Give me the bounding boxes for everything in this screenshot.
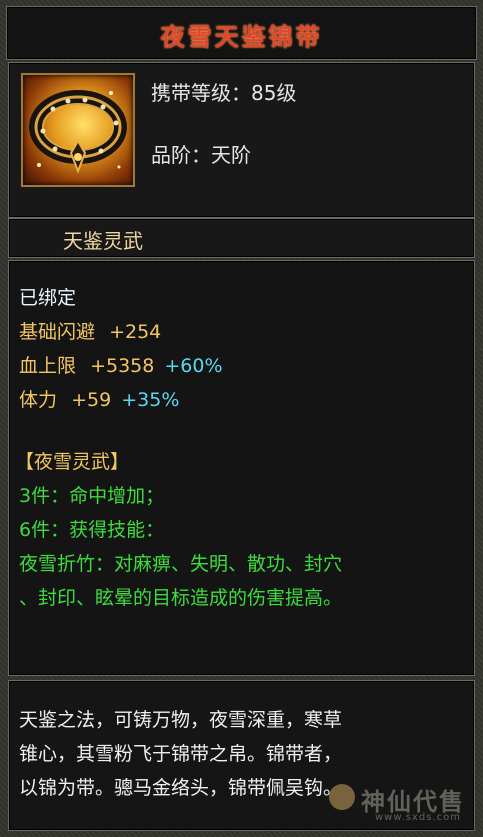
set-effect-3: 3件：命中增加； (19, 485, 165, 507)
description-line: 锥心，其雪粉飞于锦带之帛。锦带者， (19, 743, 343, 765)
set-skill-line-1: 夜雪折竹：对麻痹、失明、散功、封穴 (19, 553, 343, 575)
attributes-panel: 已绑定 基础闪避 +254 血上限 +5358 +60% 体力 +59 +35%… (8, 260, 475, 676)
stat-bonus: +60% (164, 355, 223, 377)
set-name: 天鉴灵武 (63, 229, 143, 253)
title-bar: 夜雪天鉴锦带 (6, 6, 477, 60)
item-grade: 品阶：天阶 (151, 143, 251, 167)
stat-line-hp: 血上限 +5358 +60% (19, 351, 223, 378)
stat-label: 基础闪避 (19, 321, 96, 343)
set-title: 【夜雪灵武】 (15, 451, 130, 473)
stat-value: +59 (71, 389, 112, 411)
stat-line-dodge: 基础闪避 +254 (19, 317, 161, 344)
set-effect-6: 6件：获得技能： (19, 519, 165, 541)
set-skill-line-2: 、封印、眩晕的目标造成的伤害提高。 (19, 587, 343, 609)
site-watermark: 神仙代售 www.sxds.com (325, 778, 475, 828)
stat-bonus: +35% (121, 389, 180, 411)
stat-value: +254 (109, 321, 162, 343)
item-name: 夜雪天鉴锦带 (160, 22, 323, 51)
stat-line-stamina: 体力 +59 +35% (19, 385, 179, 412)
bound-status: 已绑定 (19, 287, 77, 309)
item-info-panel: 携带等级：85级 品阶：天阶 (8, 62, 475, 218)
description-line: 天鉴之法，可铸万物，夜雪深重，寒草 (19, 709, 343, 731)
description-line: 以锦为带。骢马金络头，锦带佩吴钩。 (19, 777, 343, 799)
carry-level: 携带等级：85级 (151, 81, 297, 105)
stat-label: 血上限 (19, 355, 77, 377)
stat-value: +5358 (90, 355, 155, 377)
belt-icon (21, 73, 135, 187)
set-name-row: 天鉴灵武 (8, 218, 475, 258)
item-tooltip: 夜雪天鉴锦带 携带等级：85级 品阶：天阶 天鉴灵武 已绑定 基础闪避 +254… (0, 0, 483, 837)
watermark-url: www.sxds.com (375, 812, 462, 823)
watermark-logo-icon (329, 784, 355, 810)
stat-label: 体力 (19, 389, 58, 411)
